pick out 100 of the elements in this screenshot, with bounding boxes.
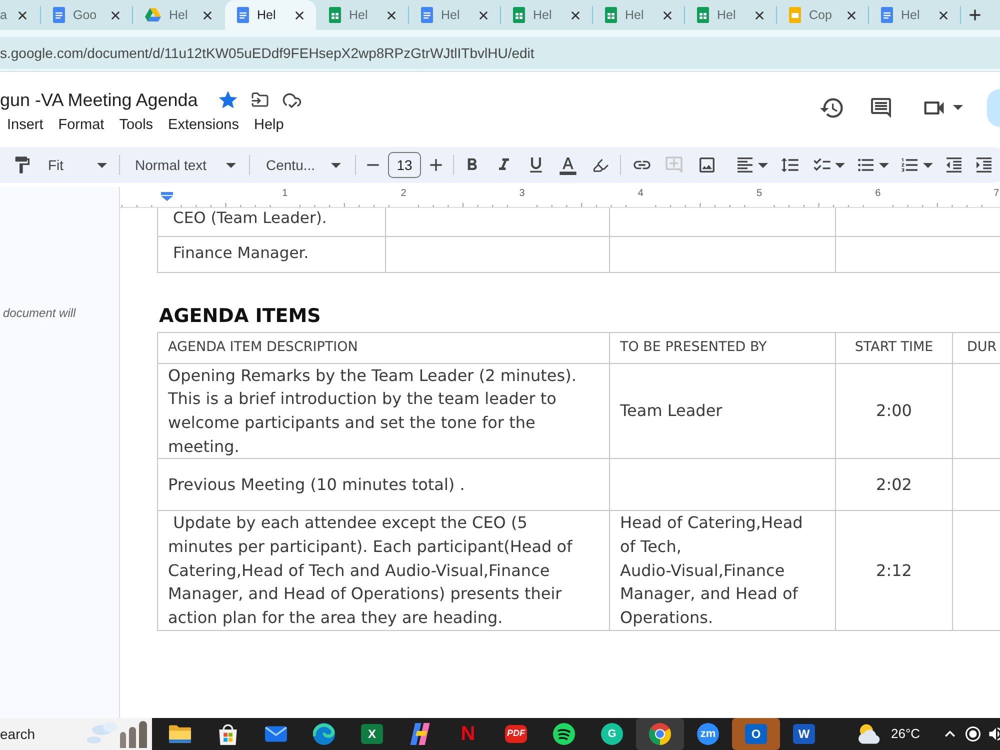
ruler-number: 2 bbox=[400, 188, 408, 200]
address-field[interactable]: s.google.com/document/d/11u12tKW05uEDdf9FEHsepX2wp8RPzGtrWJtlITbvlHU/edit bbox=[0, 37, 1000, 69]
caret-icon bbox=[226, 162, 236, 168]
document-title[interactable]: gun -VA Meeting Agenda bbox=[0, 86, 198, 114]
caret-icon[interactable] bbox=[879, 162, 889, 168]
indent-decrease-icon[interactable] bbox=[944, 155, 964, 175]
app-letter-tile: W bbox=[793, 724, 815, 744]
menu-item[interactable]: Help bbox=[254, 115, 284, 137]
close-icon[interactable] bbox=[661, 8, 674, 22]
table-cell: Team Leader bbox=[610, 363, 836, 459]
browser-tab[interactable]: Hel bbox=[869, 0, 960, 30]
browser-tab[interactable]: Hel bbox=[317, 0, 408, 30]
table-cell: Opening Remarks by the Team Leader (2 minutes). This is a brief introduction by the team leader to welcome participants and set the tone for the meeting. bbox=[158, 363, 610, 459]
taskbar-app-button[interactable] bbox=[636, 718, 684, 750]
line-spacing-icon[interactable] bbox=[780, 155, 800, 175]
taskbar-app-button[interactable]: zm bbox=[684, 718, 732, 750]
caret-icon[interactable] bbox=[923, 162, 933, 168]
spreadsheet-icon bbox=[329, 7, 341, 23]
speaker-icon[interactable] bbox=[987, 725, 1000, 743]
browser-tab[interactable]: Hel bbox=[685, 0, 776, 30]
column-header: DUR bbox=[952, 332, 1000, 363]
presentation-icon bbox=[789, 7, 801, 23]
temperature-text: 26°C bbox=[891, 725, 920, 744]
caret-icon bbox=[331, 162, 341, 168]
ruler-number: 4 bbox=[636, 188, 644, 200]
table-cell: 2:12 bbox=[836, 510, 952, 630]
clouds-and-statues-drawing bbox=[86, 720, 150, 748]
font-size-field[interactable]: 13 bbox=[388, 152, 421, 178]
menu-item[interactable]: Format bbox=[58, 115, 104, 137]
browser-tab[interactable]: Hel bbox=[225, 0, 316, 30]
zoom-dropdown[interactable]: Fit bbox=[40, 154, 112, 176]
column-header: AGENDA ITEM DESCRIPTION bbox=[158, 332, 610, 363]
slanted-bars-logo-icon bbox=[410, 723, 430, 745]
caret-icon[interactable] bbox=[835, 162, 845, 168]
app-letter-badge: PDF bbox=[505, 725, 527, 743]
table-cell: Update by each attendee except the CEO (5 minutes per participant). Each participant(Head of Catering,Head of Tech and Audio-Visual,Finance Manager, and Head of Operations) presents their action plan for the area they are heading. bbox=[158, 510, 610, 630]
caret-icon[interactable] bbox=[758, 162, 768, 168]
close-icon[interactable] bbox=[16, 8, 29, 22]
table-cell: Head of Catering,Head of Tech, Audio-Visual,Finance Manager, and Head of Operations. bbox=[610, 510, 836, 630]
table-cell: CEO (Team Leader). bbox=[158, 208, 386, 236]
paragraph-style-dropdown[interactable]: Normal text bbox=[127, 154, 241, 176]
close-icon[interactable] bbox=[201, 8, 214, 22]
close-icon[interactable] bbox=[477, 8, 490, 22]
taskbar-app-button[interactable]: N bbox=[444, 718, 492, 750]
document-icon bbox=[421, 7, 433, 23]
close-icon[interactable] bbox=[753, 8, 766, 22]
sun-cloud-icon bbox=[858, 723, 880, 745]
browser-tab[interactable]: Hel bbox=[409, 0, 500, 30]
close-icon[interactable] bbox=[845, 8, 858, 22]
star-icon[interactable] bbox=[216, 89, 239, 111]
menu-item[interactable]: Insert bbox=[7, 115, 44, 137]
browser-tab[interactable]: a bbox=[0, 0, 40, 30]
indent-handle[interactable] bbox=[161, 192, 173, 201]
highlighter-icon[interactable] bbox=[592, 156, 609, 174]
comment-icon[interactable] bbox=[869, 96, 893, 120]
browser-tab[interactable]: Hel bbox=[133, 0, 224, 30]
text-color-icon[interactable] bbox=[558, 155, 578, 175]
app-letter-logo: N bbox=[460, 723, 476, 745]
triangle-logo-icon bbox=[145, 8, 161, 22]
close-icon[interactable] bbox=[385, 8, 398, 22]
browser-tab[interactable]: Hel bbox=[501, 0, 592, 30]
table-cell: Previous Meeting (10 minutes total) . bbox=[158, 458, 610, 511]
table-cell: 2:02 bbox=[836, 458, 952, 511]
ruler-number: 7 bbox=[992, 188, 1000, 200]
search-field[interactable]: earch bbox=[0, 718, 152, 750]
spreadsheet-icon bbox=[513, 7, 525, 23]
browser-tab[interactable]: Hel bbox=[593, 0, 684, 30]
record-icon[interactable] bbox=[964, 725, 982, 743]
folder-icon bbox=[169, 725, 191, 743]
column-header: TO BE PRESENTED BY bbox=[610, 332, 836, 363]
document-icon bbox=[881, 7, 893, 23]
folder-move-icon[interactable] bbox=[250, 91, 269, 109]
document-icon bbox=[237, 7, 249, 23]
close-icon[interactable] bbox=[293, 8, 306, 22]
taskbar-app-button[interactable]: X bbox=[348, 718, 396, 750]
browser-tab[interactable]: Cop bbox=[777, 0, 868, 30]
plus-icon[interactable] bbox=[967, 7, 983, 23]
close-icon[interactable] bbox=[109, 8, 122, 22]
image-icon[interactable] bbox=[697, 155, 717, 175]
taskbar-app-button[interactable]: O bbox=[732, 718, 780, 750]
document-icon bbox=[53, 7, 65, 23]
outline-note: document will bbox=[3, 306, 76, 320]
close-icon[interactable] bbox=[569, 8, 582, 22]
menu-item[interactable]: Tools bbox=[119, 115, 154, 137]
ruler-number: 3 bbox=[518, 188, 526, 200]
align-left-icon[interactable] bbox=[735, 155, 755, 175]
close-icon[interactable] bbox=[937, 8, 950, 22]
taskbar-app-button[interactable]: PDF bbox=[492, 718, 540, 750]
taskbar-app-button[interactable]: W bbox=[780, 718, 828, 750]
envelope-icon bbox=[265, 726, 287, 742]
table-cell: Finance Manager. bbox=[158, 236, 386, 272]
indent-increase-icon[interactable] bbox=[974, 155, 994, 175]
table-cell: 2:00 bbox=[836, 363, 952, 459]
app-letter-tile: X bbox=[361, 724, 383, 744]
browser-tab[interactable]: Goo bbox=[41, 0, 132, 30]
spreadsheet-icon bbox=[697, 7, 709, 23]
caret-icon bbox=[97, 162, 107, 168]
shopping-bag-icon bbox=[219, 724, 237, 744]
menu-item[interactable]: Extensions bbox=[168, 115, 239, 137]
font-dropdown[interactable]: Centu... bbox=[258, 154, 346, 176]
